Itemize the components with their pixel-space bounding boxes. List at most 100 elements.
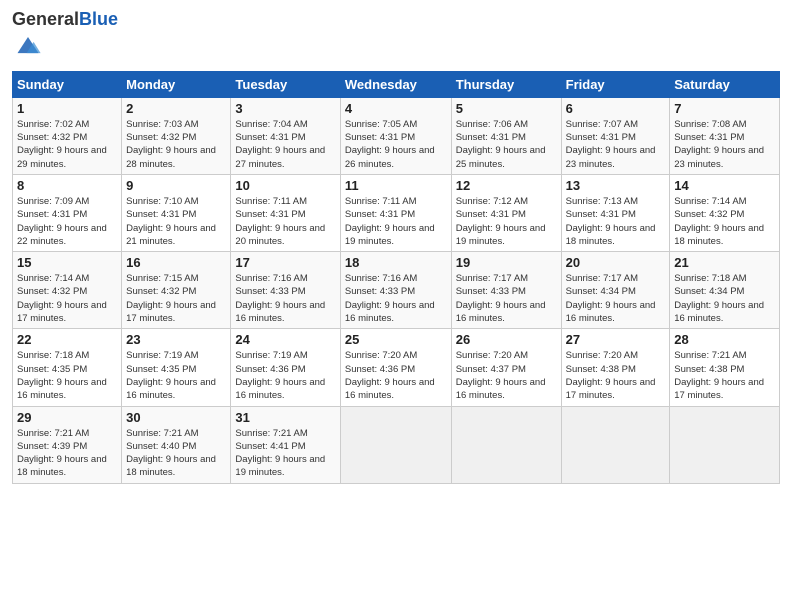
weekday-header-friday: Friday <box>561 71 670 97</box>
day-info: Sunrise: 7:04 AMSunset: 4:31 PMDaylight:… <box>235 119 325 170</box>
day-number: 19 <box>456 255 557 270</box>
day-info: Sunrise: 7:07 AMSunset: 4:31 PMDaylight:… <box>566 119 656 170</box>
day-number: 2 <box>126 101 226 116</box>
logo: GeneralBlue <box>12 10 118 63</box>
calendar-cell: 14Sunrise: 7:14 AMSunset: 4:32 PMDayligh… <box>670 174 780 251</box>
week-row-5: 29 Sunrise: 7:21 AMSunset: 4:39 PMDayligh… <box>13 406 780 483</box>
day-number: 10 <box>235 178 335 193</box>
calendar-cell: 28 Sunrise: 7:21 AMSunset: 4:38 PMDayligh… <box>670 329 780 406</box>
day-number: 28 <box>674 332 775 347</box>
day-info: Sunrise: 7:20 AMSunset: 4:38 PMDaylight:… <box>566 350 656 401</box>
day-info: Sunrise: 7:03 AMSunset: 4:32 PMDaylight:… <box>126 119 216 170</box>
day-info: Sunrise: 7:21 AMSunset: 4:38 PMDaylight:… <box>674 350 764 401</box>
day-number: 31 <box>235 410 335 425</box>
day-number: 11 <box>345 178 447 193</box>
day-info: Sunrise: 7:09 AMSunset: 4:31 PMDaylight:… <box>17 196 107 247</box>
calendar-cell: 30Sunrise: 7:21 AMSunset: 4:40 PMDayligh… <box>122 406 231 483</box>
day-info: Sunrise: 7:16 AMSunset: 4:33 PMDaylight:… <box>235 273 325 324</box>
calendar-cell: 15 Sunrise: 7:14 AMSunset: 4:32 PMDayligh… <box>13 252 122 329</box>
header: GeneralBlue <box>12 10 780 63</box>
calendar-cell <box>561 406 670 483</box>
day-number: 27 <box>566 332 666 347</box>
day-info: Sunrise: 7:18 AMSunset: 4:34 PMDaylight:… <box>674 273 764 324</box>
day-info: Sunrise: 7:18 AMSunset: 4:35 PMDaylight:… <box>17 350 107 401</box>
week-row-1: 1Sunrise: 7:02 AMSunset: 4:32 PMDaylight… <box>13 97 780 174</box>
day-number: 16 <box>126 255 226 270</box>
calendar-cell: 24 Sunrise: 7:19 AMSunset: 4:36 PMDayligh… <box>231 329 340 406</box>
logo-icon <box>14 30 42 58</box>
calendar-cell: 20Sunrise: 7:17 AMSunset: 4:34 PMDayligh… <box>561 252 670 329</box>
day-info: Sunrise: 7:13 AMSunset: 4:31 PMDaylight:… <box>566 196 656 247</box>
day-number: 23 <box>126 332 226 347</box>
day-number: 13 <box>566 178 666 193</box>
logo-blue-text: Blue <box>79 9 118 29</box>
day-number: 3 <box>235 101 335 116</box>
weekday-header-saturday: Saturday <box>670 71 780 97</box>
calendar-container: GeneralBlue SundayMondayTuesdayWednesday… <box>0 0 792 492</box>
day-number: 7 <box>674 101 775 116</box>
calendar-cell: 3 Sunrise: 7:04 AMSunset: 4:31 PMDaylight… <box>231 97 340 174</box>
calendar-cell <box>340 406 451 483</box>
day-number: 5 <box>456 101 557 116</box>
day-number: 4 <box>345 101 447 116</box>
calendar-cell: 25 Sunrise: 7:20 AMSunset: 4:36 PMDayligh… <box>340 329 451 406</box>
calendar-cell: 23 Sunrise: 7:19 AMSunset: 4:35 PMDayligh… <box>122 329 231 406</box>
calendar-cell: 7Sunrise: 7:08 AMSunset: 4:31 PMDaylight… <box>670 97 780 174</box>
day-number: 25 <box>345 332 447 347</box>
calendar-cell: 27 Sunrise: 7:20 AMSunset: 4:38 PMDayligh… <box>561 329 670 406</box>
calendar-cell: 26 Sunrise: 7:20 AMSunset: 4:37 PMDayligh… <box>451 329 561 406</box>
calendar-cell: 18 Sunrise: 7:16 AMSunset: 4:33 PMDayligh… <box>340 252 451 329</box>
day-number: 29 <box>17 410 117 425</box>
calendar-body: 1Sunrise: 7:02 AMSunset: 4:32 PMDaylight… <box>13 97 780 483</box>
day-info: Sunrise: 7:15 AMSunset: 4:32 PMDaylight:… <box>126 273 216 324</box>
day-info: Sunrise: 7:17 AMSunset: 4:33 PMDaylight:… <box>456 273 546 324</box>
calendar-cell: 8Sunrise: 7:09 AMSunset: 4:31 PMDaylight… <box>13 174 122 251</box>
calendar-cell: 4 Sunrise: 7:05 AMSunset: 4:31 PMDaylight… <box>340 97 451 174</box>
weekday-header-monday: Monday <box>122 71 231 97</box>
day-info: Sunrise: 7:21 AMSunset: 4:39 PMDaylight:… <box>17 428 107 479</box>
day-number: 15 <box>17 255 117 270</box>
day-number: 6 <box>566 101 666 116</box>
day-number: 22 <box>17 332 117 347</box>
day-info: Sunrise: 7:12 AMSunset: 4:31 PMDaylight:… <box>456 196 546 247</box>
day-number: 9 <box>126 178 226 193</box>
day-info: Sunrise: 7:16 AMSunset: 4:33 PMDaylight:… <box>345 273 435 324</box>
logo-general-text: General <box>12 9 79 29</box>
calendar-table: SundayMondayTuesdayWednesdayThursdayFrid… <box>12 71 780 484</box>
calendar-cell: 1Sunrise: 7:02 AMSunset: 4:32 PMDaylight… <box>13 97 122 174</box>
day-info: Sunrise: 7:19 AMSunset: 4:36 PMDaylight:… <box>235 350 325 401</box>
calendar-cell <box>451 406 561 483</box>
calendar-cell: 2 Sunrise: 7:03 AMSunset: 4:32 PMDaylight… <box>122 97 231 174</box>
day-number: 17 <box>235 255 335 270</box>
day-number: 24 <box>235 332 335 347</box>
calendar-cell: 19 Sunrise: 7:17 AMSunset: 4:33 PMDayligh… <box>451 252 561 329</box>
day-info: Sunrise: 7:20 AMSunset: 4:36 PMDaylight:… <box>345 350 435 401</box>
day-number: 18 <box>345 255 447 270</box>
day-number: 12 <box>456 178 557 193</box>
calendar-cell: 9 Sunrise: 7:10 AMSunset: 4:31 PMDaylight… <box>122 174 231 251</box>
day-info: Sunrise: 7:05 AMSunset: 4:31 PMDaylight:… <box>345 119 435 170</box>
day-info: Sunrise: 7:14 AMSunset: 4:32 PMDaylight:… <box>674 196 764 247</box>
day-number: 30 <box>126 410 226 425</box>
day-info: Sunrise: 7:19 AMSunset: 4:35 PMDaylight:… <box>126 350 216 401</box>
day-info: Sunrise: 7:11 AMSunset: 4:31 PMDaylight:… <box>235 196 325 247</box>
weekday-header-wednesday: Wednesday <box>340 71 451 97</box>
day-info: Sunrise: 7:02 AMSunset: 4:32 PMDaylight:… <box>17 119 107 170</box>
calendar-cell: 10 Sunrise: 7:11 AMSunset: 4:31 PMDayligh… <box>231 174 340 251</box>
calendar-cell: 17 Sunrise: 7:16 AMSunset: 4:33 PMDayligh… <box>231 252 340 329</box>
day-number: 20 <box>566 255 666 270</box>
week-row-2: 8Sunrise: 7:09 AMSunset: 4:31 PMDaylight… <box>13 174 780 251</box>
week-row-4: 22 Sunrise: 7:18 AMSunset: 4:35 PMDayligh… <box>13 329 780 406</box>
day-info: Sunrise: 7:06 AMSunset: 4:31 PMDaylight:… <box>456 119 546 170</box>
day-info: Sunrise: 7:14 AMSunset: 4:32 PMDaylight:… <box>17 273 107 324</box>
day-number: 26 <box>456 332 557 347</box>
day-info: Sunrise: 7:21 AMSunset: 4:41 PMDaylight:… <box>235 428 325 479</box>
day-info: Sunrise: 7:11 AMSunset: 4:31 PMDaylight:… <box>345 196 435 247</box>
day-info: Sunrise: 7:20 AMSunset: 4:37 PMDaylight:… <box>456 350 546 401</box>
day-number: 21 <box>674 255 775 270</box>
calendar-cell: 5 Sunrise: 7:06 AMSunset: 4:31 PMDaylight… <box>451 97 561 174</box>
weekday-header-row: SundayMondayTuesdayWednesdayThursdayFrid… <box>13 71 780 97</box>
calendar-cell <box>670 406 780 483</box>
day-info: Sunrise: 7:10 AMSunset: 4:31 PMDaylight:… <box>126 196 216 247</box>
calendar-cell: 16 Sunrise: 7:15 AMSunset: 4:32 PMDayligh… <box>122 252 231 329</box>
